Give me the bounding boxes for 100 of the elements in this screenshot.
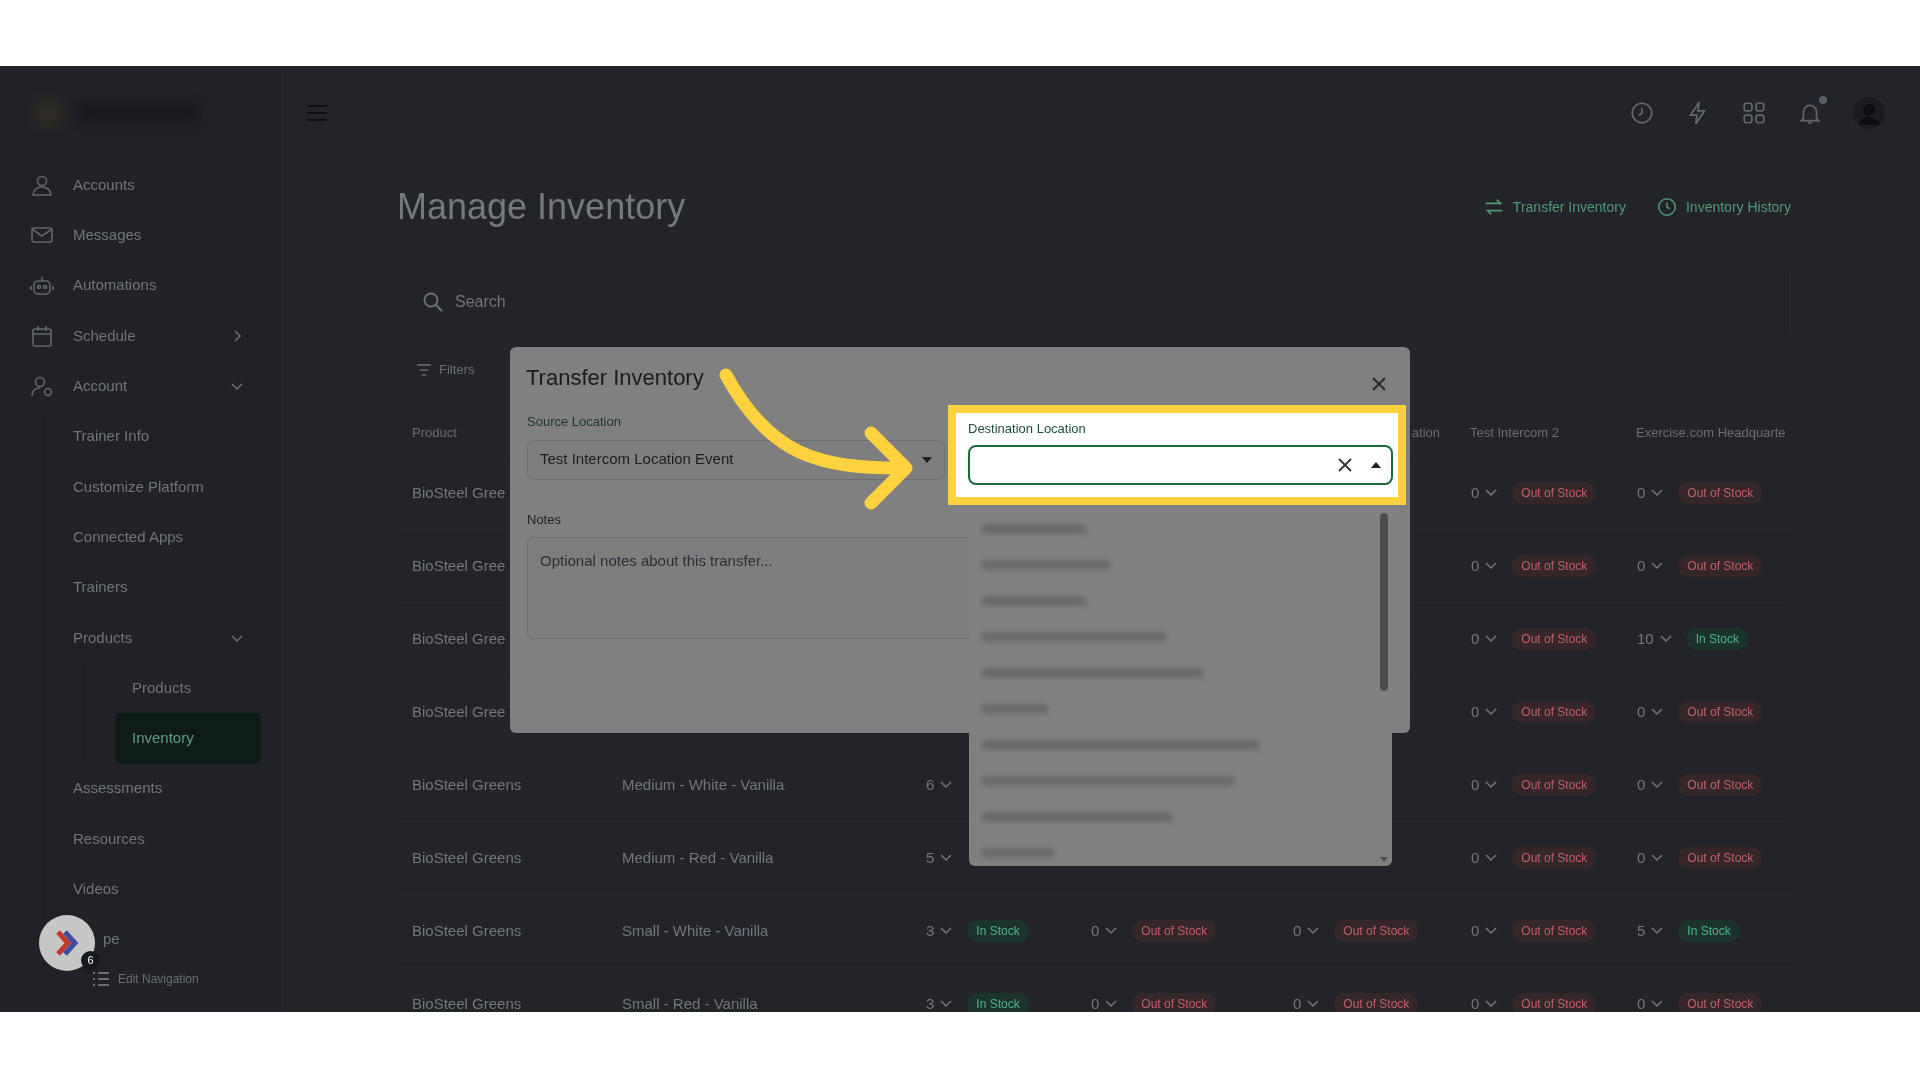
quantity-dropdown[interactable]: 0 bbox=[1470, 480, 1499, 506]
chevron-down-icon bbox=[1307, 927, 1320, 935]
sidebar-item[interactable]: Inventory bbox=[115, 713, 261, 764]
search-icon bbox=[423, 292, 443, 312]
chevron-down-icon bbox=[1485, 562, 1498, 570]
chevron-down-icon bbox=[1651, 854, 1664, 862]
quantity-dropdown[interactable]: 0 bbox=[1636, 772, 1665, 798]
close-icon[interactable] bbox=[1337, 456, 1353, 473]
chevron-down-icon bbox=[1105, 927, 1118, 935]
stock-status: Out of Stock bbox=[1512, 774, 1597, 796]
stock-status: Out of Stock bbox=[1678, 555, 1763, 577]
sidebar-item[interactable]: Videos bbox=[45, 864, 281, 915]
quantity-dropdown[interactable]: 0 bbox=[1292, 991, 1321, 1012]
quantity-dropdown[interactable]: 0 bbox=[1636, 845, 1665, 871]
sidebar-item[interactable]: Trainers bbox=[45, 562, 281, 613]
avatar[interactable] bbox=[1853, 97, 1885, 129]
quantity-dropdown[interactable]: 5 bbox=[925, 845, 954, 871]
column-header: Product bbox=[412, 424, 457, 443]
stock-status: Out of Stock bbox=[1678, 701, 1763, 723]
quantity-dropdown[interactable]: 3 bbox=[925, 991, 954, 1012]
stock-status: Out of Stock bbox=[1678, 993, 1763, 1012]
product-name: BioSteel Gree bbox=[412, 555, 506, 576]
column-header: Exercise.com Headquarte bbox=[1636, 424, 1786, 443]
list-icon bbox=[92, 971, 110, 987]
quantity-dropdown[interactable]: 0 bbox=[1470, 699, 1499, 725]
stock-status: Out of Stock bbox=[1132, 993, 1217, 1012]
quantity-dropdown[interactable]: 0 bbox=[1470, 918, 1499, 944]
grid-icon[interactable] bbox=[1741, 100, 1767, 126]
stock-status: In Stock bbox=[967, 993, 1029, 1012]
sidebar-item[interactable]: Assessments bbox=[45, 763, 281, 814]
quantity-dropdown[interactable]: 0 bbox=[1470, 991, 1499, 1012]
history-link[interactable]: Inventory History bbox=[1655, 196, 1791, 218]
page-title: Manage Inventory bbox=[397, 185, 686, 229]
quantity-dropdown[interactable]: 0 bbox=[1090, 991, 1119, 1012]
chevron-down-icon bbox=[940, 854, 953, 862]
stock-status: In Stock bbox=[1686, 628, 1749, 650]
chevron-down-icon bbox=[1485, 854, 1498, 862]
quantity-dropdown[interactable]: 0 bbox=[1636, 480, 1665, 506]
chevron-down-icon bbox=[1485, 708, 1498, 716]
product-name: BioSteel Gree bbox=[412, 701, 506, 722]
sidebar-item[interactable]: Account bbox=[0, 361, 281, 412]
sidebar-item[interactable]: Schedule bbox=[0, 310, 281, 362]
scroll-down-icon[interactable] bbox=[1380, 857, 1388, 862]
chevron-down-icon bbox=[1485, 635, 1498, 643]
caret-down-icon bbox=[922, 456, 932, 463]
quantity-dropdown[interactable]: 0 bbox=[1636, 991, 1665, 1012]
quantity-dropdown[interactable]: 0 bbox=[1470, 845, 1499, 871]
modal-title: Transfer Inventory bbox=[526, 365, 704, 392]
caret-up-icon[interactable] bbox=[1371, 461, 1381, 468]
sidebar-item[interactable]: pe bbox=[103, 914, 120, 965]
chevron-down-icon bbox=[1485, 489, 1498, 497]
chevron-down-icon bbox=[940, 781, 953, 789]
sidebar-item[interactable]: Accounts bbox=[0, 160, 281, 211]
stock-status: Out of Stock bbox=[1512, 920, 1597, 942]
quantity-dropdown[interactable]: 6 bbox=[925, 772, 954, 798]
product-name: BioSteel Greens bbox=[412, 920, 522, 941]
quantity-dropdown[interactable]: 0 bbox=[1470, 626, 1499, 652]
field-label: Destination Location bbox=[968, 420, 1087, 438]
stock-status: Out of Stock bbox=[1678, 847, 1763, 869]
stock-status: Out of Stock bbox=[1334, 993, 1419, 1012]
filter-icon bbox=[417, 364, 431, 376]
clock-icon[interactable] bbox=[1629, 100, 1655, 126]
quantity-dropdown[interactable]: 10 bbox=[1636, 626, 1673, 652]
quantity-dropdown[interactable]: 0 bbox=[1292, 918, 1321, 944]
quantity-dropdown[interactable]: 5 bbox=[1636, 918, 1665, 944]
chevron-down-icon bbox=[1651, 708, 1664, 716]
sidebar-item[interactable]: Products bbox=[45, 612, 281, 663]
chevron-down-icon bbox=[1651, 489, 1664, 497]
stock-status: Out of Stock bbox=[1512, 628, 1597, 650]
quantity-dropdown[interactable]: 0 bbox=[1636, 553, 1665, 579]
chevron-down-icon bbox=[1659, 635, 1672, 643]
product-name: BioSteel Greens bbox=[412, 774, 522, 795]
sidebar-item[interactable]: Trainer Info bbox=[45, 411, 281, 462]
sidebar-item[interactable]: Customize Platform bbox=[45, 461, 281, 513]
quantity-dropdown[interactable]: 0 bbox=[1636, 699, 1665, 725]
sidebar-item[interactable]: Products bbox=[115, 662, 281, 714]
product-name: BioSteel Greens bbox=[412, 847, 522, 868]
sidebar-item[interactable]: Messages bbox=[0, 210, 281, 261]
scrollbar-thumb[interactable] bbox=[1380, 513, 1388, 691]
search-field[interactable]: Search bbox=[453, 289, 1790, 315]
chevron-down-icon bbox=[1651, 781, 1664, 789]
edit-navigation-button[interactable]: Edit Navigation bbox=[92, 970, 199, 988]
sidebar-item[interactable]: Connected Apps bbox=[45, 512, 281, 563]
transfer-link[interactable]: Transfer Inventory bbox=[1482, 196, 1626, 218]
stock-status: Out of Stock bbox=[1678, 774, 1763, 796]
chevron-down-icon bbox=[1307, 1000, 1320, 1008]
quantity-dropdown[interactable]: 0 bbox=[1470, 553, 1499, 579]
stock-status: Out of Stock bbox=[1334, 920, 1419, 942]
chevron-down-icon bbox=[1485, 781, 1498, 789]
sidebar-item[interactable]: Automations bbox=[0, 260, 281, 311]
sidebar-item[interactable]: Resources bbox=[45, 813, 281, 865]
chevron-down-icon bbox=[1485, 927, 1498, 935]
stock-status: Out of Stock bbox=[1678, 482, 1763, 504]
quantity-dropdown[interactable]: 3 bbox=[925, 918, 954, 944]
quantity-dropdown[interactable]: 0 bbox=[1090, 918, 1119, 944]
stock-status: Out of Stock bbox=[1512, 701, 1597, 723]
destination-field[interactable] bbox=[968, 444, 1393, 485]
filters-button[interactable]: Filters bbox=[397, 350, 481, 390]
quantity-dropdown[interactable]: 0 bbox=[1470, 772, 1499, 798]
chevron-down-icon bbox=[1485, 1000, 1498, 1008]
